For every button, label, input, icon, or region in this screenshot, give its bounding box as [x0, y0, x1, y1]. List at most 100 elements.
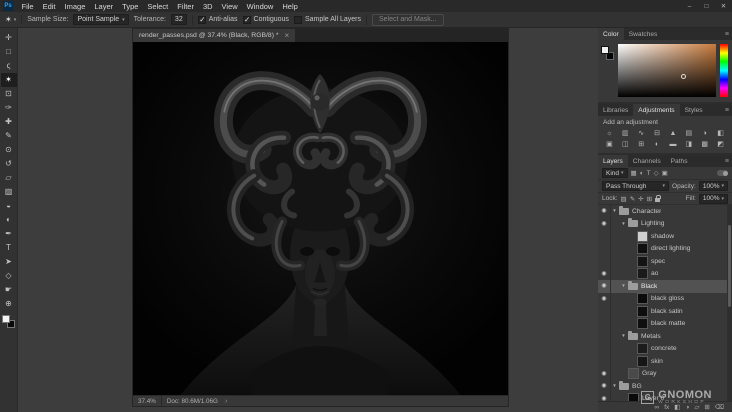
- gradient-map-icon[interactable]: ▩: [697, 139, 712, 149]
- hue-slider[interactable]: [720, 44, 728, 97]
- tab-layers[interactable]: Layers: [598, 155, 628, 167]
- fill-field[interactable]: 100% ▾: [698, 193, 728, 204]
- eyedropper-tool[interactable]: ✑: [1, 101, 17, 115]
- tab-channels[interactable]: Channels: [628, 155, 666, 167]
- lock-position-icon[interactable]: ✛: [638, 195, 643, 203]
- panel-menu-icon[interactable]: ≡: [725, 155, 732, 167]
- healing-brush-tool[interactable]: ✚: [1, 115, 17, 129]
- path-selection-tool[interactable]: ➤: [1, 255, 17, 269]
- foreground-background-swatches[interactable]: [2, 315, 15, 328]
- eraser-tool[interactable]: ▱: [1, 171, 17, 185]
- lock-all-icon[interactable]: [655, 194, 661, 202]
- visibility-toggle[interactable]: ◉: [598, 267, 611, 280]
- lasso-tool[interactable]: ς: [1, 59, 17, 73]
- document-tab[interactable]: render_passes.psd @ 37.4% (Black, RGB/8)…: [133, 29, 296, 42]
- expand-toggle-icon[interactable]: [620, 284, 627, 289]
- brightness-contrast-icon[interactable]: ☼: [602, 128, 617, 138]
- layer-row[interactable]: ◉ skin: [598, 355, 732, 368]
- panel-menu-icon[interactable]: ≡: [725, 28, 732, 40]
- tab-paths[interactable]: Paths: [666, 155, 693, 167]
- saturation-brightness-field[interactable]: [618, 44, 716, 97]
- posterize-icon[interactable]: ▬: [666, 139, 681, 149]
- zoom-tool[interactable]: ⊕: [1, 297, 17, 311]
- visibility-toggle[interactable]: ◉: [598, 280, 611, 293]
- dodge-tool[interactable]: ◐: [1, 213, 17, 227]
- threshold-icon[interactable]: ◨: [681, 139, 696, 149]
- invert-icon[interactable]: ◐: [650, 139, 665, 149]
- visibility-toggle[interactable]: ◉: [598, 392, 611, 401]
- menu-item[interactable]: Image: [60, 0, 90, 12]
- visibility-toggle[interactable]: ◉: [598, 230, 611, 243]
- visibility-toggle[interactable]: ◉: [598, 305, 611, 318]
- menu-item[interactable]: Edit: [38, 0, 60, 12]
- tab-libraries[interactable]: Libraries: [598, 104, 633, 116]
- expand-toggle-icon[interactable]: [611, 384, 618, 389]
- layers-scrollbar[interactable]: [727, 205, 732, 401]
- gradient-tool[interactable]: ▨: [1, 185, 17, 199]
- tolerance-input[interactable]: 32: [170, 14, 187, 25]
- foreground-color-swatch[interactable]: [2, 315, 10, 323]
- menu-item[interactable]: Type: [118, 0, 143, 12]
- expand-toggle-icon[interactable]: [611, 209, 618, 214]
- maximize-button[interactable]: □: [698, 0, 715, 12]
- filter-kind-dropdown[interactable]: Kind ▾: [602, 168, 628, 178]
- delete-layer-icon[interactable]: ⌫: [715, 403, 724, 411]
- black-white-icon[interactable]: ◧: [713, 128, 728, 138]
- visibility-toggle[interactable]: ◉: [598, 255, 611, 268]
- tab-close-icon[interactable]: ×: [285, 31, 290, 40]
- layer-row[interactable]: ◉ Gray: [598, 367, 732, 380]
- blur-tool[interactable]: ◒: [1, 199, 17, 213]
- tab-styles[interactable]: Styles: [680, 104, 708, 116]
- contiguous-checkbox[interactable]: Contiguous: [242, 15, 289, 24]
- hand-tool[interactable]: ☛: [1, 283, 17, 297]
- color-lookup-icon[interactable]: ⊞: [634, 139, 649, 149]
- brush-tool[interactable]: ✎: [1, 129, 17, 143]
- layer-row[interactable]: ◉ Black: [598, 280, 732, 293]
- layer-row[interactable]: ◉ concrete: [598, 342, 732, 355]
- zoom-level-field[interactable]: 37.4%: [138, 398, 156, 405]
- visibility-toggle[interactable]: ◉: [598, 380, 611, 393]
- menu-item[interactable]: Layer: [90, 0, 118, 12]
- hue-saturation-icon[interactable]: ▤: [681, 128, 696, 138]
- type-tool[interactable]: T: [1, 241, 17, 255]
- pixel-layer-filter-icon[interactable]: ▦: [631, 169, 637, 177]
- tab-adjustments[interactable]: Adjustments: [633, 104, 680, 116]
- crop-tool[interactable]: ⊡: [1, 87, 17, 101]
- layer-row[interactable]: ◉ ao: [598, 267, 732, 280]
- opacity-field[interactable]: 100% ▾: [698, 181, 728, 191]
- magic-wand-tool[interactable]: ✶: [0, 73, 17, 87]
- sample-all-layers-checkbox[interactable]: Sample All Layers: [293, 15, 361, 24]
- layer-row[interactable]: ◉ black matte: [598, 317, 732, 330]
- select-and-mask-button[interactable]: Select and Mask...: [371, 13, 444, 26]
- visibility-toggle[interactable]: ◉: [598, 292, 611, 305]
- photo-filter-icon[interactable]: ▣: [602, 139, 617, 149]
- minimize-button[interactable]: –: [681, 0, 698, 12]
- lock-transparency-icon[interactable]: ▨: [621, 195, 627, 203]
- exposure-icon[interactable]: ⊟: [650, 128, 665, 138]
- menu-item[interactable]: Select: [143, 0, 173, 12]
- visibility-toggle[interactable]: ◉: [598, 367, 611, 380]
- move-tool[interactable]: ✛: [1, 31, 17, 45]
- status-chevron-icon[interactable]: ›: [225, 398, 227, 405]
- smart-object-filter-icon[interactable]: ▣: [662, 169, 668, 177]
- expand-toggle-icon[interactable]: [620, 334, 627, 339]
- visibility-toggle[interactable]: ◉: [598, 342, 611, 355]
- tab-color[interactable]: Color: [598, 28, 624, 40]
- tool-preset-picker[interactable]: ✶ ▾: [5, 15, 23, 24]
- pen-tool[interactable]: ✒: [1, 227, 17, 241]
- panel-menu-icon[interactable]: ≡: [725, 104, 732, 116]
- layer-row[interactable]: ◉ black satin: [598, 305, 732, 318]
- layer-row[interactable]: ◉ black gloss: [598, 292, 732, 305]
- sample-size-dropdown[interactable]: Point Sample ▾: [73, 14, 129, 25]
- levels-icon[interactable]: ▥: [618, 128, 633, 138]
- color-balance-icon[interactable]: ◑: [697, 128, 712, 138]
- visibility-toggle[interactable]: ◉: [598, 317, 611, 330]
- menu-item[interactable]: 3D: [198, 0, 217, 12]
- layer-row[interactable]: ◉ shadow: [598, 230, 732, 243]
- layer-row[interactable]: ◉ spec: [598, 255, 732, 268]
- anti-alias-checkbox[interactable]: Anti-alias: [197, 15, 238, 24]
- foreground-color-swatch[interactable]: [601, 46, 609, 54]
- color-cursor-icon[interactable]: [680, 73, 686, 79]
- history-brush-tool[interactable]: ↺: [1, 157, 17, 171]
- selective-color-icon[interactable]: ◩: [713, 139, 728, 149]
